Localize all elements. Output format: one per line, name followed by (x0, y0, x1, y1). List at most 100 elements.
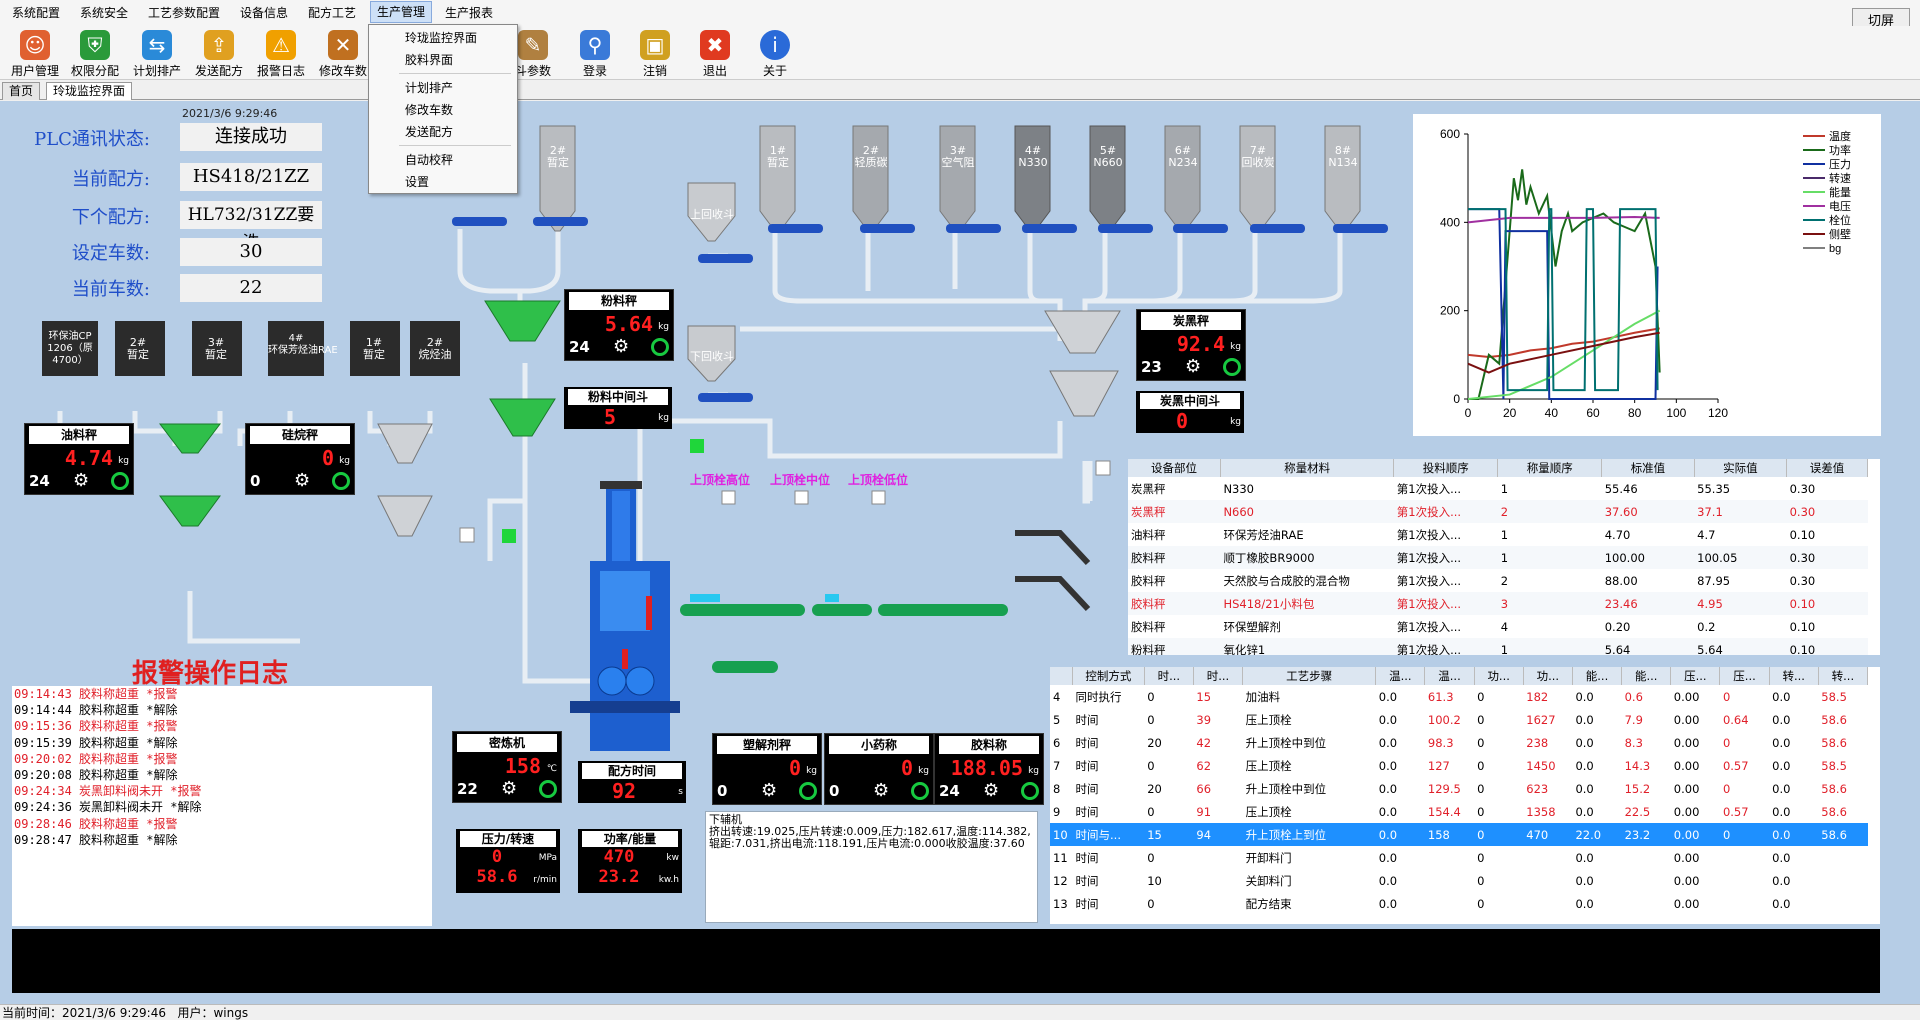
column-header[interactable]: 控制方式 (1072, 667, 1145, 685)
weigh-table-panel: 设备部位 称量材料 投料顺序 称量顺序 标准值 实际值 误差值 炭黑秤 N330 第… (1128, 459, 1880, 655)
tab-home[interactable]: 首页 (2, 82, 41, 100)
modify-count-button[interactable]: ✕ 修改车数 (314, 26, 372, 80)
column-header[interactable]: 实际值 (1694, 459, 1788, 477)
column-header[interactable]: 设备部位 (1128, 459, 1221, 477)
menu-item-monitor[interactable]: 玲珑监控界面 (405, 29, 477, 46)
menu-item-modify-count[interactable]: 修改车数 (405, 101, 453, 118)
column-header[interactable]: 能... (1621, 667, 1672, 685)
logout-button[interactable]: ▣ 注销 (626, 26, 684, 80)
scale-value: 4.74 (64, 446, 113, 470)
table-row[interactable]: 胶料秤 天然胶与合成胶的混合物 第1次投入... 2 88.00 87.95 0.30 (1128, 569, 1868, 592)
table-row[interactable]: 4 同时执行 0 15 加油料 0.0 61.3 0 182 0.0 0.6 0.00 0 0.0 58.5 (1050, 685, 1868, 708)
table-cell (1720, 846, 1769, 869)
menu-item-settings[interactable]: 设置 (405, 173, 429, 190)
plan-schedule-button[interactable]: ⇆ 计划排产 (128, 26, 186, 80)
column-header[interactable]: 转... (1769, 667, 1819, 685)
table-row[interactable]: 胶料秤 环保塑解剂 第1次投入... 4 0.20 0.2 0.10 (1128, 615, 1868, 638)
table-cell: 1 (1500, 527, 1509, 542)
column-header[interactable]: 压... (1670, 667, 1721, 685)
table-cell: 0.0 (1575, 896, 1594, 911)
column-header[interactable]: 时... (1144, 667, 1194, 685)
menu-item-plan[interactable]: 计划排产 (405, 79, 453, 96)
alarm-log[interactable]: 09:14:43 胶料称超重 *报警 09:14:44 胶料称超重 *解除 09… (12, 686, 432, 926)
scale-unit: kg (1028, 766, 1039, 776)
table-cell: 4.70 (1604, 527, 1631, 542)
column-header[interactable]: 压... (1719, 667, 1770, 685)
table-row[interactable]: 油料秤 环保芳烃油RAE 第1次投入... 1 4.70 4.7 0.10 (1128, 523, 1868, 546)
column-header[interactable]: 工艺步骤 (1242, 667, 1377, 685)
table-cell: 1 (1500, 642, 1509, 656)
tab-monitor[interactable]: 玲珑监控界面 (46, 82, 133, 100)
menu-production-report[interactable]: 生产报表 (445, 4, 493, 21)
column-header[interactable]: 投料顺序 (1393, 459, 1499, 477)
x-tick-label: 100 (1666, 406, 1686, 420)
column-header[interactable]: 称量顺序 (1497, 459, 1603, 477)
table-cell: 42 (1196, 735, 1212, 750)
display-title: 压力/转速 (460, 831, 556, 847)
menu-item-send-recipe[interactable]: 发送配方 (405, 123, 453, 140)
table-cell: 时间 (1075, 735, 1099, 750)
column-header[interactable]: 时... (1193, 667, 1244, 685)
tool-label: 修改车数 (318, 64, 367, 78)
table-row[interactable]: 6 时间 20 42 升上顶栓中到位 0.0 98.3 0 238 0.0 8.3 0.00 0 0.0 5… (1050, 731, 1868, 754)
x-tick-label: 40 (1545, 406, 1559, 420)
menu-device-info[interactable]: 设备信息 (240, 4, 288, 21)
menu-production-mgmt[interactable]: 生产管理 (370, 1, 433, 23)
table-row[interactable]: 12 时间 10 关卸料门 0.0 0 0.0 0.00 0.0 (1050, 869, 1868, 892)
menu-system-config[interactable]: 系统配置 (12, 4, 60, 21)
log-line: 09:24:36 炭黑卸料阀未开 *解除 (14, 800, 202, 815)
column-header[interactable]: 温... (1375, 667, 1426, 685)
table-cell: 第1次投入... (1396, 619, 1462, 634)
column-header[interactable]: 温... (1424, 667, 1475, 685)
column-header[interactable]: 称量材料 (1220, 459, 1395, 477)
table-row[interactable]: 8 时间 20 66 升上顶栓中到位 0.0 129.5 0 623 0.0 15.2 0.00 0 0.… (1050, 777, 1868, 800)
table-cell (1720, 892, 1769, 915)
permission-button[interactable]: ⛨ 权限分配 (66, 26, 124, 80)
table-row[interactable]: 13 时间 0 配方结束 0.0 0 0.0 0.00 0.0 (1050, 892, 1868, 915)
column-header[interactable]: 功... (1523, 667, 1573, 685)
alarm-log-button[interactable]: ⚠ 报警日志 (252, 26, 310, 80)
column-header[interactable]: 标准值 (1601, 459, 1695, 477)
send-recipe-button[interactable]: ⇪ 发送配方 (190, 26, 248, 80)
tool-label: 计划排产 (132, 64, 181, 78)
menu-system-security[interactable]: 系统安全 (80, 4, 128, 21)
table-row[interactable]: 11 时间 0 开卸料门 0.0 0 0.0 0.00 0.0 (1050, 846, 1868, 869)
table-row[interactable]: 10 时间与... 15 94 升上顶栓上到位 0.0 158 0 470 22.0 23.2 0.0… (1050, 823, 1868, 846)
table-row[interactable]: 炭黑秤 N660 第1次投入... 2 37.60 37.1 0.30 (1128, 500, 1868, 523)
edit-icon: ✎ (518, 30, 548, 60)
table-cell: 58.6 (1821, 735, 1847, 750)
table-row[interactable]: 7 时间 0 62 压上顶栓 0.0 127 0 1450 0.0 14.3 0.00 0.57 0.0 5… (1050, 754, 1868, 777)
table-cell: 20 (1147, 735, 1162, 750)
scale-value: 0 (900, 756, 913, 780)
column-header[interactable]: 转... (1818, 667, 1869, 685)
ram-high-indicator (721, 490, 736, 505)
menu-item-auto-calibrate[interactable]: 自动校秤 (405, 151, 453, 168)
table-row[interactable]: 5 时间 0 39 压上顶栓 0.0 100.2 0 1627 0.0 7.9 0.00 0.64 0.0… (1050, 708, 1868, 731)
table-row[interactable]: 胶料秤 HS418/21小料包 第1次投入... 3 23.46 4.95 0.10 (1128, 592, 1868, 615)
login-button[interactable]: ⚲ 登录 (566, 26, 624, 80)
menu-process-params[interactable]: 工艺参数配置 (148, 4, 220, 21)
power-unit: kw (666, 853, 679, 863)
table-cell: 环保塑解剂 (1223, 619, 1281, 634)
table-cell: 0.00 (1673, 758, 1700, 773)
about-button[interactable]: i 关于 (746, 26, 804, 80)
exit-button[interactable]: ✖ 退出 (686, 26, 744, 80)
table-row[interactable]: 粉料秤 氧化锌1 第1次投入... 1 5.64 5.64 0.10 (1128, 638, 1868, 655)
table-row[interactable]: 炭黑秤 N330 第1次投入... 1 55.46 55.35 0.30 (1128, 477, 1868, 500)
table-cell: 加油料 (1245, 689, 1281, 704)
small-drug-scale: 小药称 0 kg 0 ⚙ (824, 733, 934, 805)
table-cell: 0.0 (1575, 712, 1594, 727)
column-header[interactable] (1050, 667, 1074, 685)
column-header[interactable]: 能... (1572, 667, 1623, 685)
column-header[interactable]: 误差值 (1786, 459, 1868, 477)
menu-recipe-process[interactable]: 配方工艺 (308, 4, 356, 21)
status-time-label: 当前时间： (2, 1006, 63, 1020)
table-row[interactable]: 9 时间 0 91 压上顶栓 0.0 154.4 0 1358 0.0 22.5 0.00 0.57 0.… (1050, 800, 1868, 823)
silo-label: 2# 暂定 (547, 144, 569, 169)
plan-icon: ⇆ (142, 30, 172, 60)
column-header[interactable]: 功... (1474, 667, 1524, 685)
table-row[interactable]: 胶料秤 顺丁橡胶BR9000 第1次投入... 1 100.00 100.05 0.30 (1128, 546, 1868, 569)
user-mgmt-button[interactable]: ☺ 用户管理 (6, 26, 64, 80)
menu-item-rubber[interactable]: 胶料界面 (405, 51, 453, 68)
table-cell: 0 (1477, 735, 1485, 750)
